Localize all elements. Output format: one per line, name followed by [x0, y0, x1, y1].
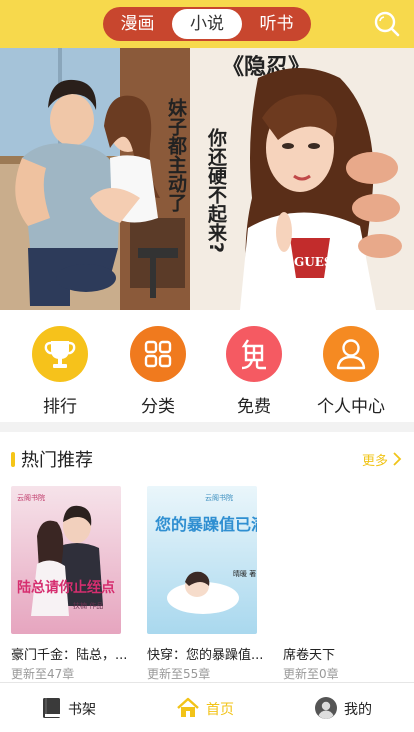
book-cover[interactable] [283, 486, 393, 634]
cover-brand: 云阁书院 [205, 493, 233, 502]
tab-mine[interactable]: 我的 [314, 683, 414, 732]
cover-author: 扶楠 作品 [73, 601, 103, 610]
quick-nav-label: 排行 [43, 397, 77, 417]
cover-brand: 云阁书院 [17, 493, 45, 502]
tab-novel[interactable]: 小说 [172, 9, 242, 39]
cover-title: 陆总请你止绖点 [17, 579, 115, 596]
book-card[interactable]: 云阁书院 您的暴躁值已满 晴暖 著 快穿：您的暴躁值... 更新至55章 [147, 486, 267, 682]
more-link[interactable]: 更多 [362, 450, 388, 469]
recommend-header: 热门推荐 更多 [0, 444, 414, 474]
section-marker [11, 452, 15, 467]
quick-nav-label: 分类 [141, 397, 175, 417]
cover-title: 您的暴躁值已满 [155, 515, 257, 534]
promo-banner[interactable]: 《隐忍》 妹子都主动了 你还硬不起来? GUESS [0, 48, 414, 310]
quick-nav-free[interactable]: 免费 [209, 326, 299, 417]
book-title: 快穿：您的暴躁值... [147, 648, 264, 663]
book-card[interactable]: 云阁书院 陆总请你止绖点 扶楠 作品 豪门千金：陆总，... 更新至47章 [11, 486, 131, 682]
book-cover[interactable]: 云阁书院 陆总请你止绖点 扶楠 作品 [11, 486, 121, 634]
chevron-right-icon[interactable] [391, 452, 403, 466]
quick-nav-label: 个人中心 [317, 397, 385, 417]
banner-shirt-text: GUESS [294, 255, 341, 269]
user-icon [323, 326, 379, 382]
book-title: 席卷天下 [283, 648, 336, 663]
quick-nav-category[interactable]: 分类 [113, 326, 203, 417]
quick-nav-profile[interactable]: 个人中心 [306, 326, 396, 417]
tab-label: 我的 [344, 702, 372, 718]
banner-caption-right: 你还硬不起来? [205, 127, 228, 253]
search-icon [374, 11, 400, 37]
bottom-tab-bar: 书架 首页 我的 [0, 682, 414, 732]
banner-illustration: 《隐忍》 妹子都主动了 你还硬不起来? GUESS [0, 48, 414, 310]
tab-manga[interactable]: 漫画 [103, 7, 172, 41]
bookshelf-icon [43, 698, 60, 718]
quick-nav-label: 免费 [237, 397, 271, 417]
tab-audiobook[interactable]: 听书 [242, 7, 311, 41]
free-icon [226, 326, 282, 382]
book-update: 更新至47章 [11, 667, 75, 681]
section-title: 热门推荐 [21, 450, 93, 471]
tab-label: 书架 [68, 702, 96, 718]
cover-author: 晴暖 著 [233, 569, 256, 578]
home-icon [177, 697, 199, 717]
search-button[interactable] [372, 9, 402, 39]
avatar-icon [315, 697, 337, 719]
grid-icon [130, 326, 186, 382]
book-update: 更新至0章 [283, 667, 339, 681]
book-title: 豪门千金：陆总，... [11, 648, 128, 663]
tab-home[interactable]: 首页 [176, 683, 276, 732]
category-switch: 漫画 小说 听书 [103, 7, 311, 41]
section-divider [0, 422, 414, 432]
quick-nav: 排行 分类 免费 个人中心 [0, 310, 414, 422]
tab-label: 首页 [206, 702, 234, 718]
quick-nav-ranking[interactable]: 排行 [15, 326, 105, 417]
banner-caption-left: 妹子都主动了 [165, 98, 188, 212]
tab-bookshelf[interactable]: 书架 [30, 683, 130, 732]
book-cover[interactable]: 云阁书院 您的暴躁值已满 晴暖 著 [147, 486, 257, 634]
book-update: 更新至55章 [147, 667, 211, 681]
top-bar: 漫画 小说 听书 [0, 0, 414, 48]
trophy-icon [32, 326, 88, 382]
book-card[interactable]: 席卷天下 更新至0章 [283, 486, 403, 682]
